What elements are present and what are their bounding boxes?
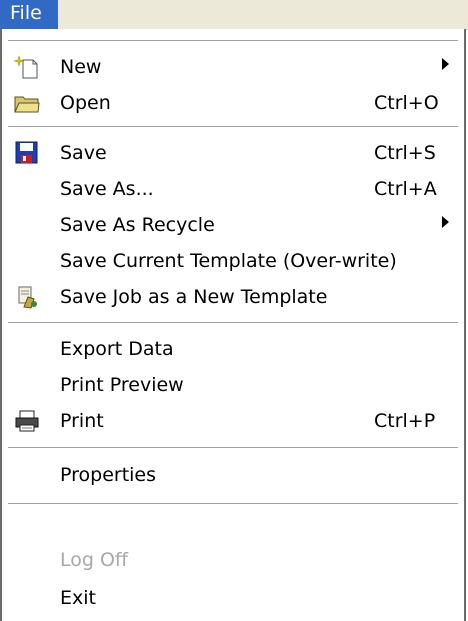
menu-item-export-data[interactable]: Export Data bbox=[2, 331, 464, 367]
menu-item-print[interactable]: Print Ctrl+P bbox=[2, 403, 464, 439]
menu-item-open[interactable]: Open Ctrl+O bbox=[2, 85, 464, 121]
floppy-disk-icon bbox=[14, 141, 40, 165]
menu-item-properties[interactable]: Properties bbox=[2, 457, 464, 493]
template-job-icon bbox=[14, 285, 40, 309]
new-file-sparkle-icon bbox=[13, 55, 40, 79]
file-menu-title[interactable]: File bbox=[0, 0, 58, 29]
menu-item-exit[interactable]: Exit bbox=[2, 580, 464, 616]
menu-item-print-preview[interactable]: Print Preview bbox=[2, 367, 464, 403]
menu-item-log-off: Log Off bbox=[60, 549, 129, 571]
menu-separator bbox=[8, 322, 458, 324]
menu-separator bbox=[8, 447, 458, 449]
menu-separator bbox=[8, 126, 458, 128]
submenu-arrow-icon bbox=[442, 216, 449, 228]
menu-item-save-current-template[interactable]: Save Current Template (Over-write) bbox=[2, 243, 464, 279]
menu-item-save[interactable]: Save Ctrl+S bbox=[2, 135, 464, 171]
menu-item-new[interactable]: New bbox=[2, 49, 464, 85]
menu-bar: File bbox=[0, 0, 468, 30]
folder-open-icon bbox=[14, 91, 40, 115]
menu-separator bbox=[8, 40, 458, 42]
menu-item-save-as[interactable]: Save As... Ctrl+A bbox=[2, 171, 464, 207]
menu-item-save-job-as-template[interactable]: Save Job as a New Template bbox=[2, 279, 464, 315]
menu-item-save-as-recycle[interactable]: Save As Recycle bbox=[2, 207, 464, 243]
submenu-arrow-icon bbox=[442, 58, 449, 70]
printer-icon bbox=[14, 409, 40, 433]
file-menu-dropdown: New Open Ctrl+O Save Ctrl+S Save As... C… bbox=[0, 29, 466, 621]
menu-separator bbox=[8, 503, 458, 505]
